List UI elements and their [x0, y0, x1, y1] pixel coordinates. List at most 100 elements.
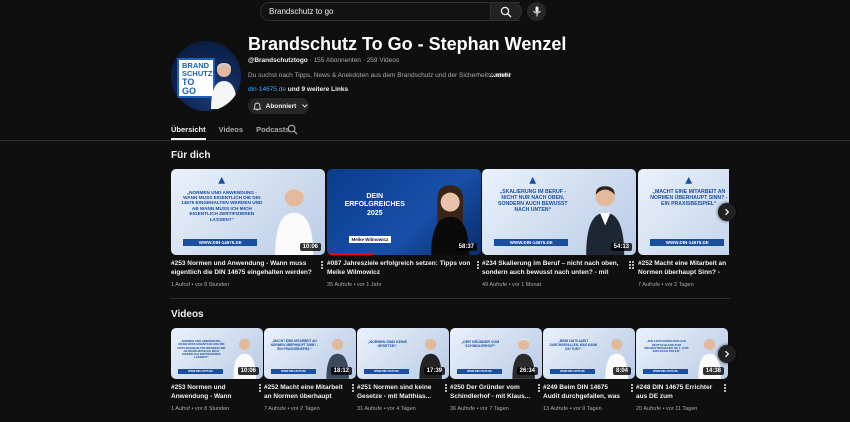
- video-title[interactable]: #252 Macht eine Mitarbeit an Normen über…: [264, 383, 356, 401]
- thumbnail-caption: „NORMEN UND ANWENDUNG - WANN MUSS EIGENT…: [181, 189, 263, 222]
- video-thumbnail[interactable]: „MACHT EINE MITARBEIT AN NORMEN ÜBERHAUP…: [638, 169, 729, 255]
- chevron-right-icon: [725, 350, 730, 358]
- video-card[interactable]: „MACHT EINE MITARBEIT AN NORMEN ÜBERHAUP…: [264, 328, 356, 412]
- scroll-right-button[interactable]: [718, 203, 736, 221]
- video-card[interactable]: „BEIM 14675 AUDIT DURCHGEFALLEN, WAS KAN…: [543, 328, 635, 412]
- section-title-for-you: Für dich: [171, 150, 211, 161]
- video-title[interactable]: #252 Macht eine Mitarbeit an Normen über…: [638, 259, 729, 277]
- channel-links[interactable]: din-14675.de und 9 weitere Links: [248, 86, 348, 93]
- video-title[interactable]: #253 Normen und Anwendung - Wann muss...: [171, 383, 263, 401]
- more-options-icon[interactable]: [319, 260, 325, 270]
- video-thumbnail[interactable]: „NORMEN UND ANWENDUNG - WANN MUSS EIGENT…: [171, 328, 263, 379]
- thumbnail-caption: „NORMEN UND ANWENDUNG - WANN MUSS EIGENT…: [177, 339, 226, 360]
- more-links-label[interactable]: und 9 weitere Links: [286, 86, 348, 93]
- video-meta: 13 Aufrufe • vor 9 Tagen: [543, 406, 602, 412]
- thumbnail-url: WWW.DIN-14675.DE: [643, 369, 688, 374]
- video-title[interactable]: #251 Normen sind keine Gesetze - mit Mat…: [357, 383, 449, 401]
- video-thumbnail[interactable]: „DIN 14675 ERRICHTER AUS DEUTSCHLAND ZUM…: [636, 328, 728, 379]
- channel-counts: · 155 Abonnenten · 259 Videos: [309, 57, 400, 64]
- video-card[interactable]: „NORMEN UND ANWENDUNG - WANN MUSS EIGENT…: [171, 169, 325, 288]
- video-thumbnail[interactable]: „NORMEN SIND KEINE GESETZE!“ WWW.DIN-146…: [357, 328, 449, 379]
- video-meta: 1 Aufruf • vor 8 Stunden: [171, 406, 230, 412]
- brand-logo-icon: [218, 176, 226, 184]
- search-input[interactable]: Brandschutz to go: [260, 2, 520, 21]
- tab-podcasts[interactable]: Podcasts: [256, 125, 289, 140]
- brand-logo-icon: [685, 176, 693, 184]
- voice-search-button[interactable]: [527, 2, 546, 21]
- video-duration: 54:13: [610, 243, 632, 251]
- video-card[interactable]: DEIN ERFOLGREICHES 2025 Meike Wilmowicz …: [327, 169, 481, 288]
- video-meta: 7 Aufrufe • vor 2 Tagen: [638, 282, 694, 288]
- bell-icon: [253, 102, 262, 110]
- logo-line: GO: [182, 86, 197, 96]
- section-divider: [171, 298, 731, 299]
- video-duration: 10:06: [237, 367, 259, 375]
- thumbnail-url: WWW.DIN-14675.DE: [271, 369, 316, 374]
- thumbnail-caption: „DIN 14675 ERRICHTER AUS DEUTSCHLAND ZUM…: [644, 339, 689, 354]
- video-title[interactable]: #250 Der Gründer vom Schindlerhof - mit …: [450, 383, 542, 401]
- scroll-right-button[interactable]: [718, 345, 736, 363]
- guest-name-tag: Meike Wilmowicz: [348, 235, 392, 243]
- thumbnail-caption: „NORMEN SIND KEINE GESETZE!“: [367, 340, 408, 349]
- tab-videos[interactable]: Videos: [219, 125, 243, 140]
- host-portrait-icon: [211, 63, 237, 109]
- thumbnail-caption: „DER GRÜNDER VOM SCHINDLERHOF“: [461, 340, 500, 349]
- channel-link-url[interactable]: din-14675.de: [248, 86, 286, 93]
- video-title[interactable]: #253 Normen und Anwendung - Wann muss ei…: [171, 259, 325, 277]
- thumbnail-caption: „SKALIERUNG IM BERUF - NICHT NUR NACH OB…: [498, 188, 568, 213]
- video-card[interactable]: „DER GRÜNDER VOM SCHINDLERHOF“ WWW.DIN-1…: [450, 328, 542, 412]
- video-card[interactable]: „NORMEN UND ANWENDUNG - WANN MUSS EIGENT…: [171, 328, 263, 412]
- video-duration: 18:12: [330, 367, 352, 375]
- channel-search-icon[interactable]: [287, 124, 298, 135]
- thumbnail-url: WWW.DIN-14675.DE: [457, 369, 502, 374]
- channel-stats: @Brandschutztogo · 155 Abonnenten · 259 …: [248, 57, 399, 64]
- more-options-icon[interactable]: [629, 383, 635, 393]
- thumbnail-url: WWW.DIN-14675.DE: [183, 238, 258, 247]
- more-options-icon[interactable]: [722, 383, 728, 393]
- tab-overview[interactable]: Übersicht: [171, 125, 206, 140]
- watch-progress-bar: [327, 253, 374, 255]
- video-thumbnail[interactable]: „DER GRÜNDER VOM SCHINDLERHOF“ WWW.DIN-1…: [450, 328, 542, 379]
- more-options-icon[interactable]: [257, 383, 263, 393]
- channel-avatar: BRAND SCHUTZ TO GO: [171, 41, 241, 111]
- video-title[interactable]: #248 DIN 14675 Errichter aus DE zum Proj…: [636, 383, 728, 401]
- more-options-icon[interactable]: [350, 383, 356, 393]
- channel-logo: BRAND SCHUTZ TO GO: [177, 58, 215, 98]
- video-card[interactable]: „NORMEN SIND KEINE GESETZE!“ WWW.DIN-146…: [357, 328, 449, 412]
- more-options-icon[interactable]: [536, 383, 542, 393]
- video-title[interactable]: #234 Skalierung im Beruf – nicht nach ob…: [482, 259, 636, 277]
- channel-tabs: Übersicht Videos Podcasts: [171, 125, 302, 140]
- video-meta: 31 Aufrufe • vor 4 Tagen: [357, 406, 416, 412]
- video-duration: 17:39: [423, 367, 445, 375]
- search-icon: [500, 6, 512, 17]
- search-button[interactable]: [490, 2, 522, 21]
- video-meta: 25 Aufrufe • vor 1 Jahr: [327, 282, 382, 288]
- video-card[interactable]: „SKALIERUNG IM BERUF - NICHT NUR NACH OB…: [482, 169, 636, 288]
- video-duration: 26:34: [516, 367, 538, 375]
- video-thumbnail[interactable]: DEIN ERFOLGREICHES 2025 Meike Wilmowicz …: [327, 169, 481, 255]
- video-card[interactable]: „MACHT EINE MITARBEIT AN NORMEN ÜBERHAUP…: [638, 169, 729, 288]
- channel-title: Brandschutz To Go - Stephan Wenzel: [248, 34, 567, 54]
- channel-description[interactable]: Du suchst nach Tipps, News & Anekdoten a…: [248, 72, 510, 79]
- subscribed-button[interactable]: Abonniert: [248, 98, 309, 114]
- more-options-icon[interactable]: [443, 383, 449, 393]
- more-options-icon[interactable]: [475, 260, 481, 270]
- video-title[interactable]: #087 Jahresziele erfolgreich setzen: Tip…: [327, 259, 481, 277]
- video-thumbnail[interactable]: „NORMEN UND ANWENDUNG - WANN MUSS EIGENT…: [171, 169, 325, 255]
- video-meta: 49 Aufrufe • vor 1 Monat: [482, 282, 542, 288]
- video-thumbnail[interactable]: „BEIM 14675 AUDIT DURCHGEFALLEN, WAS KAN…: [543, 328, 635, 379]
- more-options-icon[interactable]: [627, 260, 633, 270]
- video-card[interactable]: „DIN 14675 ERRICHTER AUS DEUTSCHLAND ZUM…: [636, 328, 728, 412]
- video-duration: 10:06: [299, 243, 321, 251]
- thumbnail-url: WWW.DIN-14675.DE: [364, 369, 409, 374]
- video-title[interactable]: #249 Beim DIN 14675 Audit durchgefallen,…: [543, 383, 635, 401]
- video-thumbnail[interactable]: „SKALIERUNG IM BERUF - NICHT NUR NACH OB…: [482, 169, 636, 255]
- tabs-divider: [0, 140, 850, 141]
- brand-logo-icon: [529, 176, 537, 184]
- video-thumbnail[interactable]: „MACHT EINE MITARBEIT AN NORMEN ÜBERHAUP…: [264, 328, 356, 379]
- chevron-right-icon: [725, 208, 730, 216]
- thumbnail-caption: „MACHT EINE MITARBEIT AN NORMEN ÜBERHAUP…: [270, 339, 319, 351]
- more-link[interactable]: ...mehr: [490, 72, 511, 79]
- video-duration: 14:38: [702, 367, 724, 375]
- channel-handle: @Brandschutztogo: [248, 57, 308, 64]
